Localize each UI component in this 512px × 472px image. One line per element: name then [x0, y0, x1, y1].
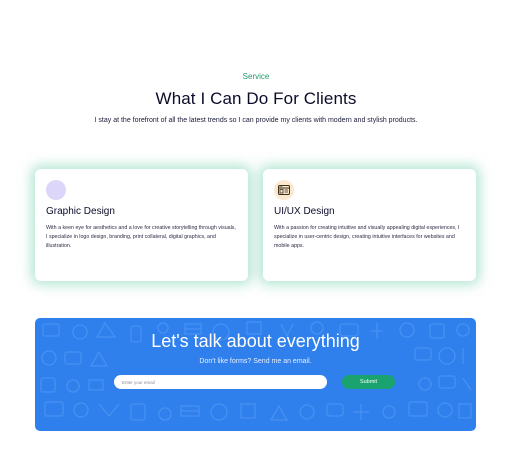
service-eyebrow: Service — [242, 72, 270, 81]
palette-icon — [46, 180, 66, 200]
service-card-ui-ux-design: UI/UX Design With a passion for creating… — [263, 169, 476, 281]
contact-heading: Let's talk about everything — [151, 331, 360, 351]
submit-button[interactable]: Submit — [342, 375, 395, 389]
browser-window-icon — [274, 180, 294, 200]
service-card-description: With a keen eye for aesthetics and a lov… — [46, 225, 236, 249]
section-title: What I Can Do For Clients — [155, 89, 357, 108]
section-subtitle: I stay at the forefront of all the lates… — [94, 117, 418, 124]
service-card-title: UI/UX Design — [274, 206, 335, 217]
service-card-description: With a passion for creating intuitive an… — [274, 225, 460, 249]
contact-banner: Let's talk about everything Don't like f… — [35, 318, 476, 431]
service-card-graphic-design: Graphic Design With a keen eye for aesth… — [35, 169, 248, 281]
contact-subheading: Don't like forms? Send me an email. — [199, 358, 312, 365]
service-card-title: Graphic Design — [46, 206, 115, 217]
email-input[interactable] — [114, 375, 327, 389]
